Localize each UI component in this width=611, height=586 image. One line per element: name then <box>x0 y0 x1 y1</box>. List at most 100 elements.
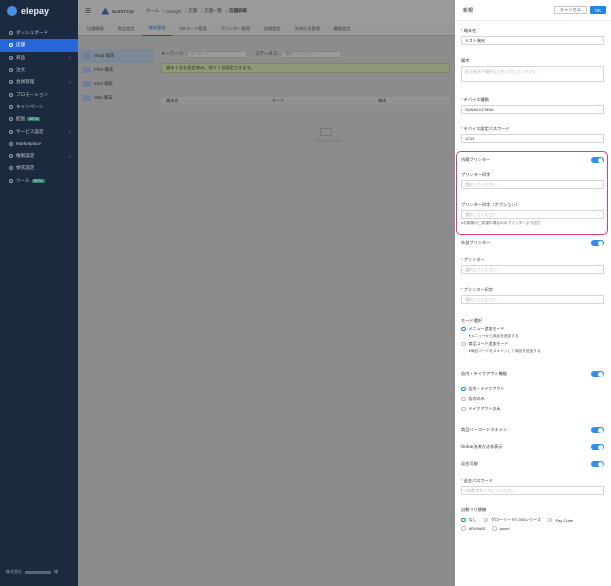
sidebar-item-label: ダッシュボード <box>16 30 49 36</box>
refund-password-field: *返金パスワード 4桁数字を入力してください <box>461 478 604 495</box>
status-label: ステータス: <box>255 51 279 56</box>
sidebar-item[interactable]: 商品 ˅ <box>0 52 78 64</box>
drawer-title: 新規 <box>463 7 474 14</box>
breadcrumb-separator: / <box>201 8 203 14</box>
radio-icon <box>492 526 497 531</box>
sidebar-item[interactable]: 委託設定 <box>0 162 78 174</box>
brand[interactable]: elepay <box>0 0 78 22</box>
tab-printer-management[interactable]: プリンター管理 <box>214 22 257 36</box>
mode-field: モード選択 メニュー追加モード ●メニューから商品を追加する 商品コード追加モー… <box>461 318 604 356</box>
col-terminal: 端末 <box>378 98 387 103</box>
refund-password-label: 返金パスワード <box>463 478 493 483</box>
online-payment-toggle[interactable] <box>591 443 604 451</box>
takeout-option-takeout[interactable]: テイクアウトのみ <box>461 406 604 412</box>
breadcrumb-oneqr[interactable]: OneQR <box>166 9 181 14</box>
takeout-toggle[interactable] <box>591 370 604 378</box>
sidebar-item[interactable]: 注文 <box>0 64 78 76</box>
subnav-label: POS 端末 <box>94 67 114 72</box>
chevron-down-icon: ⌄ <box>597 267 600 272</box>
external-printer-toggle[interactable] <box>591 239 604 247</box>
tab-feature-settings[interactable]: 機能設定 <box>327 22 358 36</box>
mode-option-product-code[interactable]: 商品コード追加モード <box>461 341 604 347</box>
terminal-list-content: キーワード: キーワード ステータス: 選択してください 端末 1 台を設定済み… <box>156 48 455 143</box>
sidebar-item-label: Marketplace <box>16 141 42 147</box>
sidebar-item[interactable]: 会員管理 ˅ <box>0 76 78 88</box>
menu-toggle-icon[interactable]: ☰ <box>85 7 91 15</box>
takeout-option-both[interactable]: 店内・テイクアウト <box>461 386 604 392</box>
empty-state: データがありません <box>306 128 346 144</box>
status-select[interactable]: 選択してください <box>281 50 342 58</box>
change-machine-option-none[interactable]: なし <box>461 517 477 523</box>
nav-icon <box>9 80 13 85</box>
device-type-label: デバイス種類 <box>463 97 489 102</box>
takeout-option-label: テイクアウトのみ <box>468 406 501 411</box>
ok-button[interactable]: OK <box>589 6 606 14</box>
account-label: 株式会社 <box>6 569 22 574</box>
device-password-input[interactable]: 1234 <box>461 134 604 143</box>
sidebar-item-label: 商品 <box>16 54 26 60</box>
sidebar-item[interactable]: 店舗 <box>0 39 78 52</box>
sidebar-item-label: キャンペーン <box>16 103 44 109</box>
col-terminal-name: 端末名 <box>166 98 179 103</box>
sidebar-item[interactable]: 権限設定 ˅ <box>0 150 78 162</box>
new-terminal-drawer: 新規 キャンセル OK *端末名 テスト端末 備考 担当者名や場所などを入力して… <box>455 0 611 586</box>
account-footer[interactable]: 株式会社 様 <box>6 569 58 575</box>
change-machine-option-paycube[interactable]: Pay Cube <box>547 517 573 523</box>
tab-detail-settings[interactable]: 詳細設定 <box>257 22 288 36</box>
keyword-input[interactable]: キーワード <box>187 50 248 58</box>
breadcrumb-home[interactable]: ホーム <box>146 8 159 14</box>
change-machine-option-label: グローリー RT-300シリーズ <box>491 517 541 522</box>
topbar: ☰ ELESTYLE ホーム / OneQR / 店舗 / 店舗一覧 / 店舗詳… <box>78 0 455 22</box>
subnav-wait-terminal[interactable]: Wait 端末 <box>79 91 154 105</box>
change-machine-option-glory[interactable]: グローリー RT-300シリーズ <box>483 517 541 523</box>
cancel-button[interactable]: キャンセル <box>553 6 587 14</box>
drawer-header: 新規 キャンセル OK <box>455 0 611 21</box>
sidebar-item-label: 注文 <box>16 67 26 73</box>
sidebar-item[interactable]: 配送 BETA <box>0 113 78 125</box>
terminal-name-input[interactable]: テスト端末 <box>461 36 604 45</box>
sidebar-item[interactable]: ダッシュボード <box>0 27 78 39</box>
sidebar-item-label: ツール <box>16 177 30 183</box>
breadcrumb-store[interactable]: 店舗 <box>188 8 197 14</box>
tab-terminal-management[interactable]: 端末管理 <box>141 22 173 36</box>
subnav-kds-terminal[interactable]: KDS 端末 <box>79 77 154 91</box>
sidebar-item[interactable]: プロモーション <box>0 88 78 100</box>
sidebar-item-label: 店舗 <box>16 42 26 48</box>
printer-select[interactable]: 選択してください ⌄ <box>461 265 604 274</box>
mode-option-menu[interactable]: メニュー追加モード <box>461 326 604 332</box>
main-area: ☰ ELESTYLE ホーム / OneQR / 店舗 / 店舗一覧 / 店舗詳… <box>78 0 455 586</box>
refund-password-input[interactable]: 4桁数字を入力してください <box>461 486 604 495</box>
tab-payment-methods[interactable]: 決済方法管理 <box>288 22 327 36</box>
sidebar-item[interactable]: ツール BETA <box>0 175 78 187</box>
radio-icon <box>461 341 466 347</box>
sidebar-item[interactable]: サービス設定 ˅ <box>0 125 78 137</box>
radio-icon <box>483 517 488 523</box>
sidebar-item-label: 配送 <box>16 116 26 122</box>
device-type-select[interactable]: SUNMI K2 MINI ⌄ <box>461 105 604 114</box>
nav-icon <box>9 129 13 134</box>
sidebar-item-label: 委託設定 <box>16 165 35 171</box>
terminal-icon <box>83 67 91 73</box>
subnav-shop-terminal[interactable]: Shop 端末 <box>79 49 154 63</box>
change-machine-option-laurel[interactable]: laurel <box>492 526 509 531</box>
sidebar-item[interactable]: Marketplace <box>0 138 78 150</box>
tab-product-settings[interactable]: 商品設定 <box>111 22 142 36</box>
memo-textarea[interactable]: 担当者名や場所などを入力してください <box>461 66 604 82</box>
subnav-pos-terminal[interactable]: POS 端末 <box>79 63 154 77</box>
printer-print2-select[interactable]: 選択してください ⌄ <box>461 295 604 304</box>
tab-qr-management[interactable]: QRコード管理 <box>172 22 213 36</box>
refund-toggle[interactable] <box>591 460 604 468</box>
nav-icon <box>9 104 13 109</box>
change-machine-option-arunas[interactable]: ARUNAS <box>461 526 485 531</box>
takeout-option-dine-in[interactable]: 店内のみ <box>461 396 604 402</box>
account-suffix: 様 <box>54 569 58 574</box>
tab-store-info[interactable]: 店舗情報 <box>80 22 111 36</box>
sidebar-item[interactable]: キャンペーン <box>0 101 78 113</box>
radio-selected-icon <box>461 326 466 332</box>
takeout-label: 店内・テイクアウト機能 <box>461 371 507 376</box>
breadcrumb-store-list[interactable]: 店舗一覧 <box>204 8 222 14</box>
printer-print2-placeholder: 選択してください <box>465 296 497 302</box>
memo-field: 備考 担当者名や場所などを入力してください <box>461 58 604 82</box>
barcode-toggle[interactable] <box>591 426 604 434</box>
chevron-down-icon: ⌄ <box>597 297 600 302</box>
